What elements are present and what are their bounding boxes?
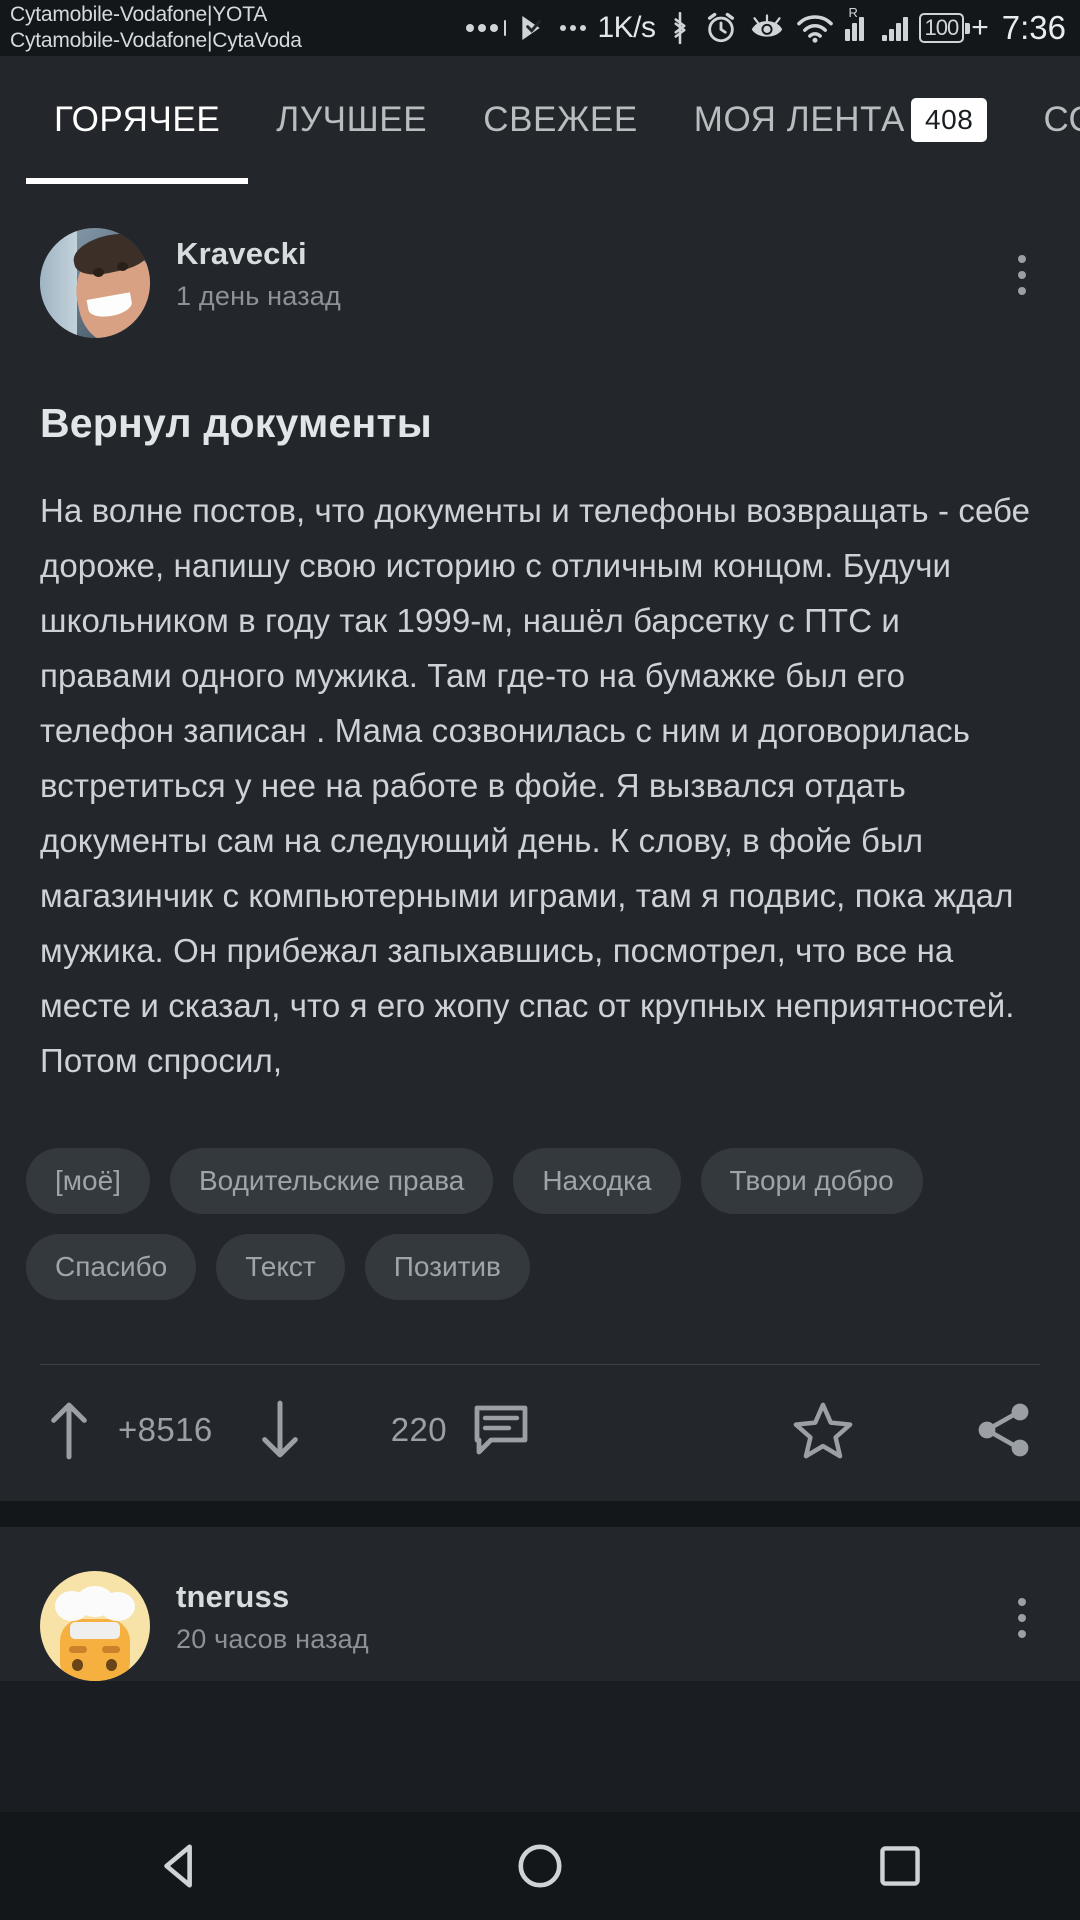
status-bar: Cytamobile-Vodafone|YOTA Cytamobile-Voda…	[0, 0, 1080, 56]
battery-icon: 100 +	[918, 11, 989, 45]
roaming-label: R	[848, 5, 858, 20]
tab-goryachee[interactable]: ГОРЯЧЕЕ	[26, 56, 249, 184]
network-speed-label: 1K/s	[597, 11, 656, 44]
system-navigation-bar	[0, 1812, 1080, 1920]
post-author-name[interactable]: tneruss	[176, 1579, 994, 1615]
tag-chip[interactable]: Находка	[513, 1148, 681, 1214]
carrier-text: Cytamobile-Vodafone|YOTA Cytamobile-Voda…	[10, 2, 302, 54]
tag-chip[interactable]: Текст	[216, 1234, 345, 1300]
tag-chip[interactable]: Твори добро	[700, 1148, 923, 1214]
tab-luchshee[interactable]: ЛУЧШЕЕ	[248, 56, 455, 184]
tab-badge-count: 408	[910, 98, 988, 142]
more-dots-icon	[466, 20, 507, 36]
status-clock: 7:36	[1001, 9, 1066, 46]
comment-count: 220	[390, 1411, 447, 1448]
post-menu-icon[interactable]	[994, 240, 1050, 310]
status-icons: 1K/s R 100 + 7:36	[466, 6, 1066, 47]
tab-label: ГОРЯЧЕЕ	[54, 100, 221, 139]
post-feed: Kravecki 1 день назад Вернул документы Н…	[0, 184, 1080, 1681]
tab-label: МОЯ ЛЕНТА	[693, 100, 905, 139]
favorite-star-icon[interactable]	[792, 1399, 854, 1461]
post-separator	[0, 1501, 1080, 1527]
nav-recents-button[interactable]	[840, 1812, 960, 1920]
post-header: Kravecki 1 день назад	[0, 184, 1080, 338]
tag-chip[interactable]: [моё]	[26, 1148, 150, 1214]
post-author-block: Kravecki 1 день назад	[176, 228, 994, 312]
post-author-name[interactable]: Kravecki	[176, 236, 994, 272]
post-title[interactable]: Вернул документы	[0, 338, 1080, 447]
post-tags: [моё] Водительские права Находка Твори д…	[0, 1088, 1080, 1300]
post-timestamp: 1 день назад	[176, 281, 341, 311]
comment-icon[interactable]	[473, 1404, 529, 1456]
nav-back-button[interactable]	[120, 1812, 240, 1920]
tab-label: ЛУЧШЕЕ	[276, 100, 428, 139]
tab-label: СО	[1043, 100, 1080, 139]
upvote-button[interactable]	[46, 1399, 92, 1461]
battery-level: 100	[918, 13, 965, 43]
signal-icon: R	[844, 6, 871, 41]
wifi-icon	[796, 13, 834, 43]
tab-soobshchestva[interactable]: СО	[1015, 56, 1080, 184]
post-body-text: На волне постов, что документы и телефон…	[40, 492, 1031, 1079]
eye-icon	[749, 12, 785, 44]
nav-home-button[interactable]	[480, 1812, 600, 1920]
alarm-icon	[704, 11, 738, 45]
play-check-icon	[517, 12, 549, 44]
post-timestamp: 20 часов назад	[176, 1624, 369, 1654]
post-author-block: tneruss 20 часов назад	[176, 1571, 994, 1655]
downvote-button[interactable]	[257, 1399, 303, 1461]
bluetooth-icon	[667, 11, 693, 45]
tag-chip[interactable]: Спасибо	[26, 1234, 197, 1300]
avatar[interactable]	[40, 1571, 150, 1681]
tab-svezhee[interactable]: СВЕЖЕЕ	[455, 56, 666, 184]
tab-moya-lenta[interactable]: МОЯ ЛЕНТА 408	[666, 56, 1016, 184]
tag-chip[interactable]: Водительские права	[169, 1148, 494, 1214]
avatar[interactable]	[40, 228, 150, 338]
tab-label: СВЕЖЕЕ	[483, 100, 638, 139]
carrier-line-1: Cytamobile-Vodafone|YOTA	[10, 3, 268, 26]
post-card[interactable]: Kravecki 1 день назад Вернул документы Н…	[0, 184, 1080, 1501]
share-icon[interactable]	[974, 1400, 1034, 1460]
post-actions: +8516 220	[0, 1365, 1080, 1501]
battery-charging-plus: +	[971, 11, 989, 44]
ellipsis-icon	[560, 25, 587, 31]
tag-chip[interactable]: Позитив	[364, 1234, 530, 1300]
post-header: tneruss 20 часов назад	[0, 1527, 1080, 1681]
upvote-count: +8516	[118, 1411, 213, 1448]
carrier-line-2: Cytamobile-Vodafone|CytaVoda	[10, 29, 302, 52]
signal-icon	[881, 15, 908, 41]
post-card[interactable]: tneruss 20 часов назад	[0, 1527, 1080, 1681]
tab-bar: ГОРЯЧЕЕ ЛУЧШЕЕ СВЕЖЕЕ МОЯ ЛЕНТА 408 СО	[0, 56, 1080, 184]
post-menu-icon[interactable]	[994, 1583, 1050, 1653]
